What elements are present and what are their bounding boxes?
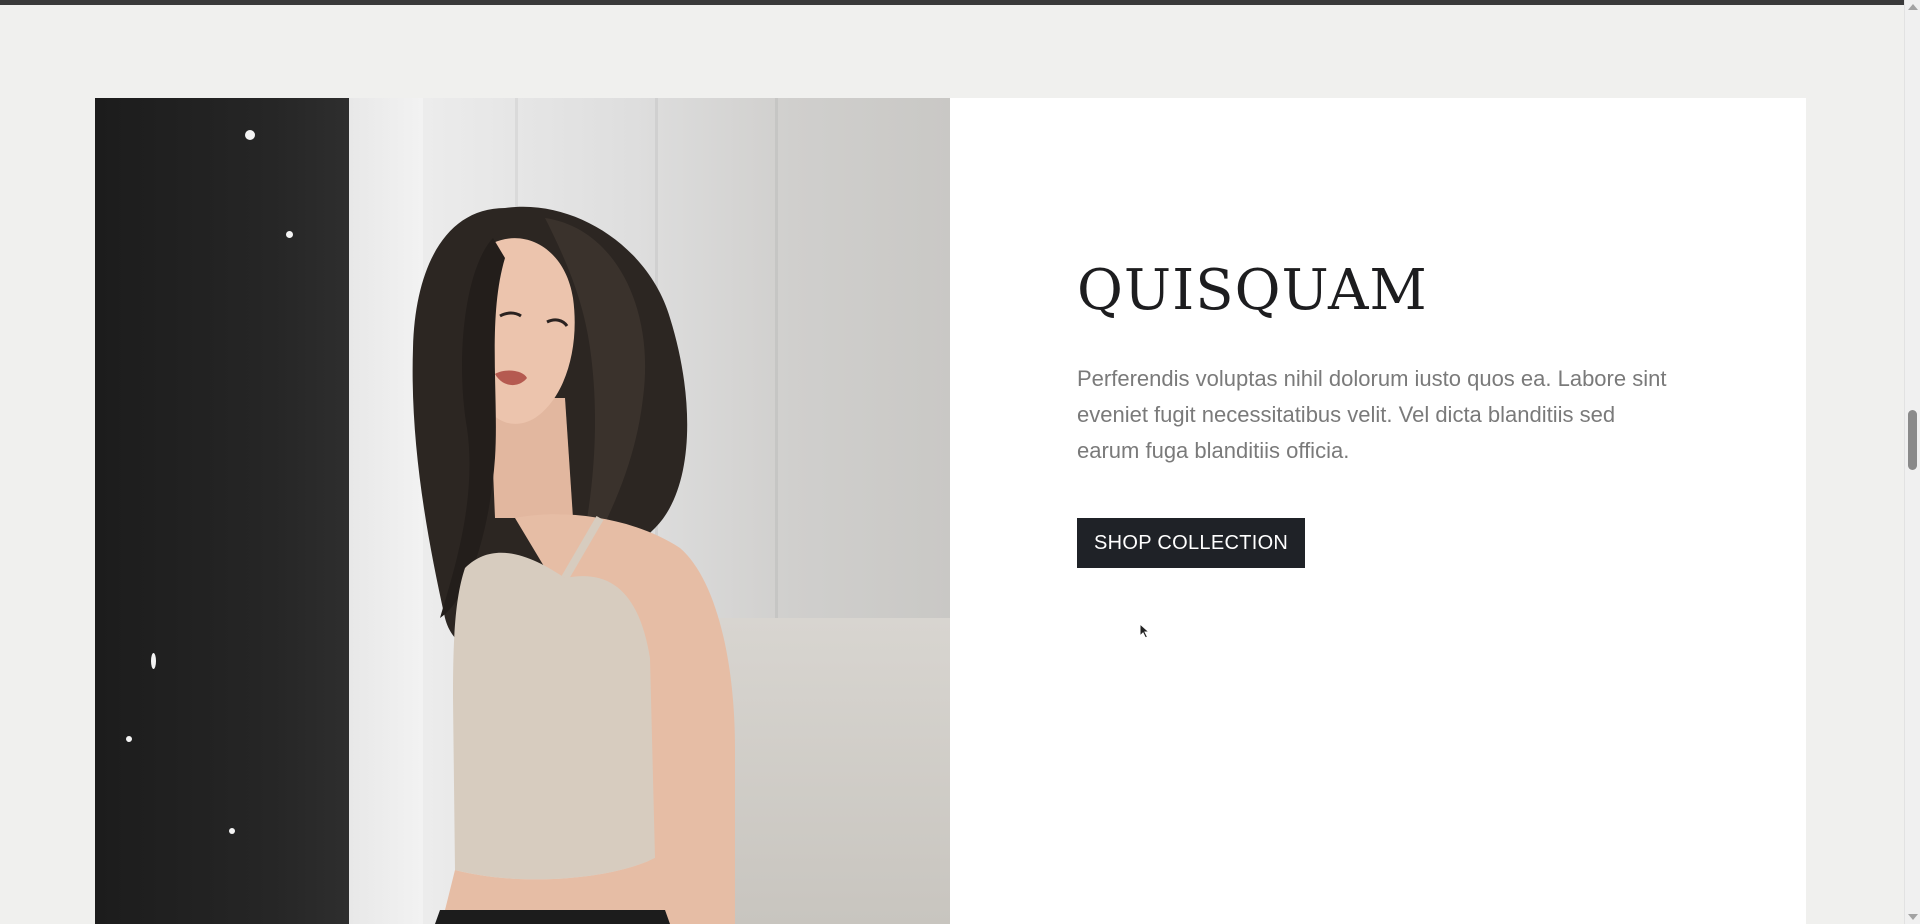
collection-photo bbox=[95, 98, 950, 924]
page-scrollbar[interactable] bbox=[1904, 0, 1920, 924]
collection-feature-card: QUISQUAM Perferendis voluptas nihil dolo… bbox=[95, 98, 1806, 924]
scroll-down-arrow-icon[interactable] bbox=[1908, 914, 1918, 920]
collection-description: Perferendis voluptas nihil dolorum iusto… bbox=[1077, 366, 1667, 463]
shop-collection-button[interactable]: SHOP COLLECTION bbox=[1077, 518, 1306, 568]
scrollbar-thumb[interactable] bbox=[1908, 410, 1917, 470]
model-figure bbox=[412, 206, 735, 924]
collection-text-panel: QUISQUAM Perferendis voluptas nihil dolo… bbox=[950, 98, 1806, 924]
page-content: QUISQUAM Perferendis voluptas nihil dolo… bbox=[0, 5, 1904, 924]
collection-title: QUISQUAM bbox=[1077, 258, 1428, 323]
mouse-pointer-icon bbox=[1139, 623, 1151, 639]
scroll-up-arrow-icon[interactable] bbox=[1908, 4, 1918, 10]
